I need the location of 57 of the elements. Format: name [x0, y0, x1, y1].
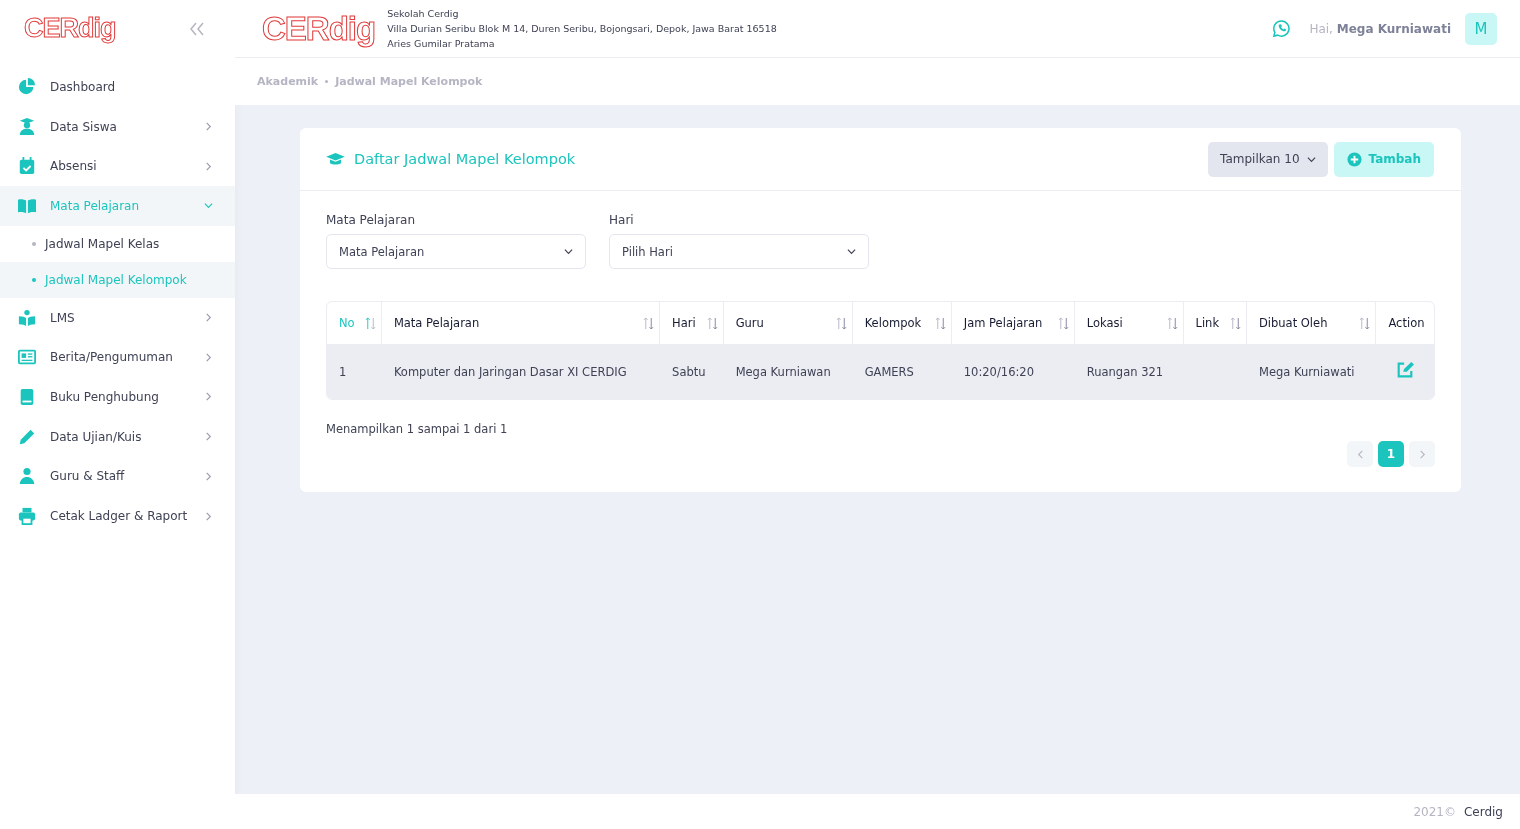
column-header[interactable]: Action — [1376, 302, 1434, 344]
chevron-left-icon — [1355, 449, 1365, 459]
cerdig-logo: CERdig — [24, 13, 116, 44]
chevron-right-icon — [1417, 449, 1427, 459]
card-title: Daftar Jadwal Mapel Kelompok — [354, 151, 576, 167]
user-tie-icon — [18, 467, 36, 486]
sidebar-item[interactable]: Data Ujian/Kuis — [0, 416, 235, 457]
page-size-button[interactable]: Tampilkan 10 — [1208, 141, 1328, 177]
school-info-text: Sekolah Cerdig — [387, 7, 460, 21]
next-page-button[interactable] — [1409, 441, 1435, 467]
pie-chart-icon — [18, 77, 36, 96]
newspaper-icon — [18, 348, 36, 367]
field-label: Hari — [609, 213, 635, 227]
sidebar-item[interactable]: LMS — [0, 297, 235, 338]
table-cell: 10:20/16:20 — [963, 364, 1034, 379]
chevron-down-icon — [1306, 154, 1316, 164]
chevron-down-icon — [847, 247, 856, 256]
greeting-text: Hai, Mega Kurniawati — [1309, 21, 1451, 36]
table-cell: Komputer dan Jaringan Dasar XI CERDIG — [393, 364, 627, 379]
sidebar-item[interactable]: Guru & Staff — [0, 456, 235, 497]
table-cell: Mega Kurniawati — [1258, 364, 1355, 379]
reader-icon — [18, 308, 36, 327]
copyright-text: 2021© — [1413, 804, 1456, 819]
collapse-icon — [189, 21, 205, 36]
printer-icon — [18, 507, 36, 526]
table-cell: Sabtu — [672, 364, 706, 379]
sidebar-item[interactable]: Buku Penghubung — [0, 377, 235, 417]
sidebar-item[interactable]: Absensi — [0, 146, 235, 187]
cerdig-logo: CERdig — [262, 9, 376, 48]
pencil-icon — [18, 427, 36, 446]
sidebar-item[interactable]: Dashboard — [0, 67, 235, 107]
school-info-text: Aries Gumilar Pratama — [387, 37, 496, 51]
sidebar-item[interactable]: Data Siswa — [0, 106, 235, 147]
book-icon — [18, 387, 36, 406]
whatsapp-icon — [1272, 19, 1292, 38]
chevron-down-icon — [564, 247, 573, 256]
edit-icon — [1396, 361, 1415, 379]
table-cell: 1 — [339, 364, 347, 379]
plus-circle-icon — [1346, 151, 1362, 167]
summary-text: Menampilkan 1 sampai 1 dari 1 — [326, 422, 508, 436]
open-book-icon — [18, 196, 36, 215]
table-cell: Mega Kurniawan — [735, 364, 831, 379]
table-cell: Ruangan 321 — [1086, 364, 1164, 379]
sidebar-item[interactable]: Berita/Pengumuman — [0, 337, 235, 378]
field-label: Mata Pelajaran — [326, 213, 417, 227]
footer-link[interactable]: Cerdig — [1463, 804, 1503, 819]
select-field[interactable]: Pilih Hari — [609, 234, 869, 269]
calendar-check-icon — [18, 157, 36, 176]
submenu-item[interactable]: Jadwal Mapel Kelas — [0, 225, 235, 262]
select-field[interactable]: Mata Pelajaran — [326, 234, 586, 269]
student-icon — [18, 117, 36, 136]
previous-page-button[interactable] — [1347, 441, 1373, 467]
table-cell: GAMERS — [864, 364, 914, 379]
sidebar-item[interactable]: Cetak Ladger & Raport — [0, 496, 235, 536]
edit-button[interactable] — [1396, 361, 1415, 379]
school-info-text: Villa Durian Seribu Blok M 14, Duren Seribu, Bojongsari, Depok, Jawa Barat 16518 — [387, 22, 777, 36]
graduation-cap-icon — [326, 152, 345, 166]
